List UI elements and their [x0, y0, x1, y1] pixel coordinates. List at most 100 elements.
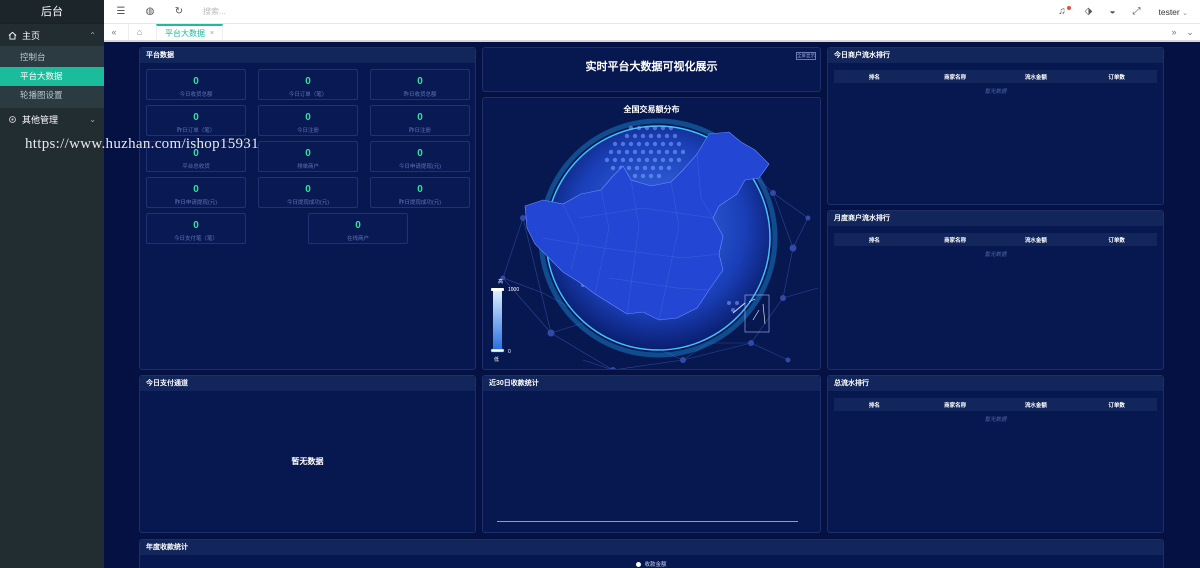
- theme-icon[interactable]: ◒: [1100, 6, 1124, 17]
- stat-card: 0 今日收货总额: [146, 69, 246, 100]
- panel-heading: 年度收款统计: [140, 540, 1163, 555]
- stat-label: 昨日注册: [408, 128, 431, 134]
- visual-map-scale[interactable]: [493, 288, 502, 352]
- rank-table-header: 排名 商家名称 流水金额 订单数: [834, 70, 1157, 83]
- panel-heading: 今日商户流水排行: [828, 48, 1163, 63]
- sidebar-group-home[interactable]: 主页 ⌃: [0, 24, 104, 46]
- stat-label: 昨日提现成功(元): [398, 200, 442, 206]
- china-map-globe: 高 1000 0 低: [490, 118, 819, 369]
- chart-x-axis: [497, 521, 798, 522]
- stat-label: 在线商户: [346, 236, 369, 242]
- stat-label: 昨日申请提现(元): [174, 200, 218, 206]
- total-rank-panel: 总流水排行 排名 商家名称 流水金额 订单数 暂无数据: [827, 375, 1164, 533]
- stat-card: 0 今日注册: [258, 105, 358, 136]
- stat-value: 0: [193, 184, 199, 195]
- col-merchant: 商家名称: [944, 74, 967, 81]
- menu-toggle-icon[interactable]: ☰: [109, 6, 133, 17]
- col-merchant: 商家名称: [944, 237, 967, 244]
- close-icon[interactable]: ×: [210, 25, 214, 42]
- gear-icon: [9, 115, 16, 123]
- rank-table-header: 排名 商家名称 流水金额 订单数: [834, 233, 1157, 246]
- tabs-bar: « ⌂ 平台大数据 × » ⌄: [104, 24, 1200, 42]
- user-menu[interactable]: tester ⌄: [1158, 7, 1188, 17]
- col-rank: 排名: [868, 74, 880, 81]
- chart-legend[interactable]: 收款金额: [140, 560, 1163, 568]
- panel-heading: 今日支付通道: [140, 376, 475, 391]
- map-panel: 全国交易额分布 高 1000 0 低: [482, 97, 821, 370]
- topbar: ☰ ◍ ↻ 搜索... ♫ ⬗ ◒ ⤢ tester ⌄: [104, 0, 1200, 24]
- sidebar-group-label: 主页: [22, 30, 41, 41]
- panel-heading: 近30日收款统计: [483, 376, 820, 391]
- col-merchant: 商家名称: [944, 402, 967, 409]
- col-rank: 排名: [868, 402, 880, 409]
- chevron-up-icon: ⌃: [89, 30, 96, 40]
- stat-card: 0 今日申请提现(元): [370, 141, 470, 172]
- app-root: 后台 主页 ⌃ 控制台 平台大数据 轮播图设置 其他管理 ⌄ https://w…: [0, 0, 1200, 568]
- stat-value: 0: [305, 76, 311, 87]
- empty-text: 暂无数据: [984, 417, 1007, 423]
- map-title: 全国交易额分布: [623, 105, 680, 114]
- col-amount: 流水金额: [1024, 74, 1047, 81]
- stat-value: 0: [193, 220, 199, 231]
- tag-icon[interactable]: ⬗: [1076, 6, 1100, 17]
- title-panel: 实时平台大数据可视化展示 全屏显示: [482, 47, 821, 92]
- col-rank: 排名: [868, 237, 880, 244]
- stat-card: 0 今日支付笔（笔）: [146, 213, 246, 244]
- stat-card: 0 昨日注册: [370, 105, 470, 136]
- username: tester: [1158, 6, 1180, 17]
- fullscreen-button[interactable]: 全屏显示: [796, 52, 816, 60]
- scale-min-label: 0: [508, 349, 511, 355]
- chevron-down-icon: ⌄: [1182, 9, 1188, 17]
- stat-label: 今日注册: [296, 128, 319, 134]
- sidebar-group-label: 其他管理: [22, 114, 59, 125]
- rank-table-header: 排名 商家名称 流水金额 订单数: [834, 398, 1157, 411]
- pay-channel-panel: 今日支付通道 暂无数据: [139, 375, 476, 533]
- yearly-panel: 年度收款统计 收款金额: [139, 539, 1164, 568]
- globe-icon[interactable]: ◍: [138, 6, 162, 17]
- stat-card: 0 昨日收货总额: [370, 69, 470, 100]
- page-title: 实时平台大数据可视化展示: [585, 61, 718, 73]
- tab-bigdata[interactable]: 平台大数据 ×: [156, 24, 224, 42]
- stat-label: 今日收货总额: [179, 92, 213, 98]
- watermark-text: https://www.huzhan.com/ishop15931: [25, 136, 259, 152]
- today-rank-panel: 今日商户流水排行 排名 商家名称 流水金额 订单数 暂无数据: [827, 47, 1164, 205]
- stat-value: 0: [305, 148, 311, 159]
- col-orders: 订单数: [1108, 402, 1125, 409]
- tabs-dropdown-icon[interactable]: ⌄: [1182, 24, 1198, 40]
- legend-label: 收款金额: [644, 562, 667, 568]
- stat-card: 0 今日提现成功(元): [258, 177, 358, 208]
- scale-max-label: 1000: [508, 287, 519, 293]
- tabs-scroll-right-icon[interactable]: »: [1166, 24, 1182, 40]
- sidebar-group-other[interactable]: 其他管理 ⌄: [0, 108, 104, 130]
- fullscreen-icon[interactable]: ⤢: [1124, 6, 1148, 17]
- sidebar-item-carousel[interactable]: 轮播图设置: [0, 86, 104, 105]
- stat-label: 今日订单（笔）: [288, 92, 328, 98]
- home-tab-icon[interactable]: ⌂: [128, 24, 150, 40]
- stat-label: 昨日收货总额: [403, 92, 437, 98]
- empty-text: 暂无数据: [984, 89, 1007, 95]
- stat-value: 0: [305, 112, 311, 123]
- bell-icon[interactable]: ♫: [1052, 6, 1076, 17]
- stat-label: 今日提现成功(元): [286, 200, 330, 206]
- panel-heading: 月度商户流水排行: [828, 211, 1163, 226]
- stat-card: 0 排单商户: [258, 141, 358, 172]
- sidebar-item-console[interactable]: 控制台: [0, 48, 104, 67]
- search-input[interactable]: 搜索...: [203, 6, 226, 17]
- stat-value: 0: [417, 184, 423, 195]
- tab-label: 平台大数据: [165, 28, 205, 38]
- month-rank-panel: 月度商户流水排行 排名 商家名称 流水金额 订单数 暂无数据: [827, 210, 1164, 370]
- home-icon: [8, 31, 17, 40]
- stat-card: 0 今日订单（笔）: [258, 69, 358, 100]
- stat-value: 0: [193, 112, 199, 123]
- sidebar-item-bigdata[interactable]: 平台大数据: [0, 67, 104, 86]
- stat-label: 昨日订单（笔）: [176, 128, 216, 134]
- tabs-scroll-left-icon[interactable]: «: [106, 24, 122, 40]
- stat-label: 排单商户: [296, 164, 319, 170]
- scale-low-label: 低: [494, 356, 499, 363]
- stat-value: 0: [417, 148, 423, 159]
- stat-card: 0 昨日提现成功(元): [370, 177, 470, 208]
- app-logo[interactable]: 后台: [0, 0, 104, 24]
- stat-value: 0: [305, 184, 311, 195]
- stat-card: 0 昨日申请提现(元): [146, 177, 246, 208]
- refresh-icon[interactable]: ↻: [167, 6, 191, 17]
